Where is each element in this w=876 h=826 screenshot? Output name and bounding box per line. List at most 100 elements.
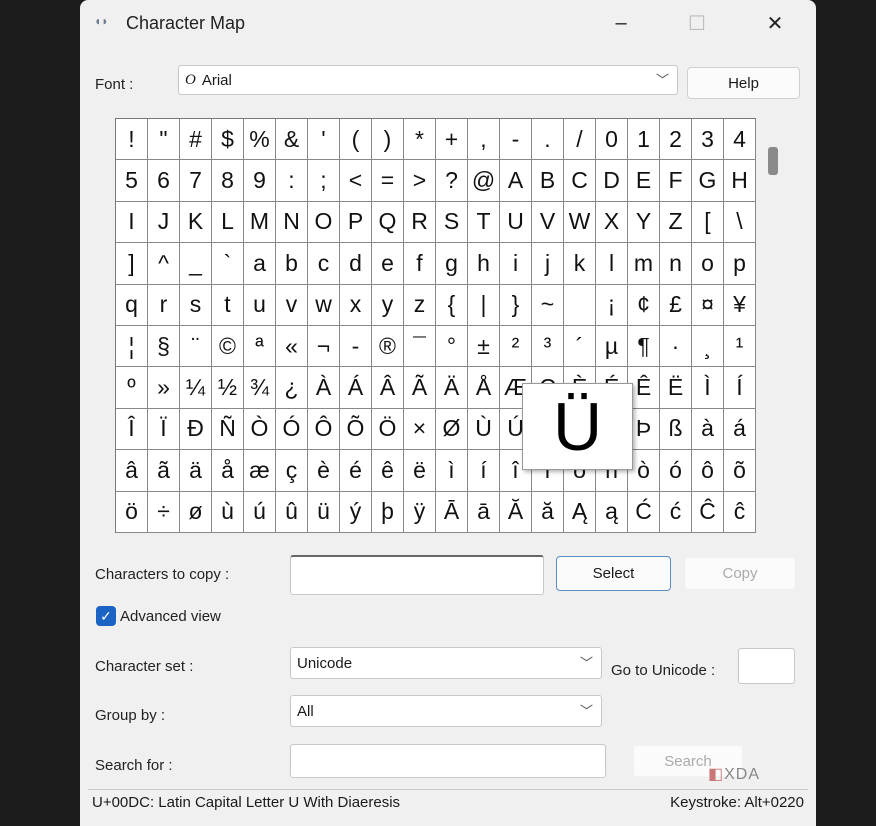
character-cell[interactable]: U bbox=[500, 201, 532, 244]
character-cell[interactable]: v bbox=[276, 284, 308, 326]
character-cell[interactable]: ä bbox=[180, 450, 212, 492]
font-dropdown[interactable]: O Arial ﹀ bbox=[178, 65, 678, 95]
go-to-unicode-input[interactable] bbox=[738, 648, 795, 684]
character-cell[interactable]: $ bbox=[212, 119, 244, 161]
character-cell[interactable]: _ bbox=[180, 243, 212, 285]
character-cell[interactable]: d bbox=[340, 243, 372, 285]
character-cell[interactable]: Z bbox=[660, 201, 692, 244]
character-cell[interactable]: b bbox=[276, 243, 308, 285]
character-cell[interactable]: ă bbox=[532, 491, 564, 533]
character-cell[interactable]: x bbox=[340, 284, 372, 326]
character-cell[interactable]: á bbox=[724, 408, 756, 451]
character-cell[interactable]: Ô bbox=[308, 408, 340, 451]
character-cell[interactable]: f bbox=[404, 243, 436, 285]
character-cell[interactable]: w bbox=[308, 284, 340, 326]
character-cell[interactable]: t bbox=[212, 284, 244, 326]
character-cell[interactable]: » bbox=[148, 367, 180, 409]
character-cell[interactable]: i bbox=[500, 243, 532, 285]
character-cell[interactable]: y bbox=[372, 284, 404, 326]
character-cell[interactable]: - bbox=[340, 325, 372, 368]
minimize-button[interactable]: – bbox=[598, 6, 644, 40]
character-cell[interactable]: ç bbox=[276, 450, 308, 492]
character-cell[interactable]: õ bbox=[724, 450, 756, 492]
character-cell[interactable]: D bbox=[596, 160, 628, 202]
character-cell[interactable]: @ bbox=[468, 160, 500, 202]
character-cell[interactable]: ā bbox=[468, 491, 500, 533]
character-cell[interactable]: / bbox=[564, 119, 596, 161]
character-cell[interactable]: µ bbox=[596, 325, 628, 368]
character-cell[interactable]: ± bbox=[468, 325, 500, 368]
character-cell[interactable]: þ bbox=[372, 491, 404, 533]
character-cell[interactable]: * bbox=[404, 119, 436, 161]
character-cell[interactable]: \ bbox=[724, 201, 756, 244]
character-cell[interactable]: ¡ bbox=[596, 284, 628, 326]
character-cell[interactable]: E bbox=[628, 160, 660, 202]
character-cell[interactable]: j bbox=[532, 243, 564, 285]
character-cell[interactable]: Ø bbox=[436, 408, 468, 451]
character-cell[interactable]: u bbox=[244, 284, 276, 326]
character-cell[interactable]: û bbox=[276, 491, 308, 533]
character-cell[interactable]: Ö bbox=[372, 408, 404, 451]
character-cell[interactable]: ? bbox=[436, 160, 468, 202]
character-cell[interactable]: è bbox=[308, 450, 340, 492]
character-cell[interactable]: W bbox=[564, 201, 596, 244]
character-cell[interactable]: Á bbox=[340, 367, 372, 409]
character-cell[interactable]: " bbox=[148, 119, 180, 161]
character-cell[interactable]: ¾ bbox=[244, 367, 276, 409]
character-grid[interactable]: ! " # $% & '() * +, -./0 1 2 3 4 5 6 7 8 9:; < = >? @ A B C D E F G H… bbox=[115, 118, 756, 533]
character-cell[interactable]: ) bbox=[372, 119, 404, 161]
character-cell[interactable]: ý bbox=[340, 491, 372, 533]
character-cell[interactable]: I bbox=[116, 201, 148, 244]
character-cell[interactable]: Ą bbox=[564, 491, 596, 533]
character-set-dropdown[interactable]: Unicode ﹀ bbox=[290, 647, 602, 679]
character-cell[interactable]: R bbox=[404, 201, 436, 244]
character-cell[interactable]: Y bbox=[628, 201, 660, 244]
character-cell[interactable]: ë bbox=[404, 450, 436, 492]
character-cell[interactable]: A bbox=[500, 160, 532, 202]
character-cell[interactable]: . bbox=[532, 119, 564, 161]
character-cell[interactable]: ¶ bbox=[628, 325, 660, 368]
character-cell[interactable]: 9 bbox=[244, 160, 276, 202]
character-cell[interactable]: g bbox=[436, 243, 468, 285]
character-cell[interactable]: ³ bbox=[532, 325, 564, 368]
character-cell[interactable]: ą bbox=[596, 491, 628, 533]
character-cell[interactable]: ~ bbox=[532, 284, 564, 326]
character-cell[interactable]: ( bbox=[340, 119, 372, 161]
character-cell[interactable]: 0 bbox=[596, 119, 628, 161]
character-cell[interactable]: # bbox=[180, 119, 212, 161]
help-button[interactable]: Help bbox=[687, 67, 800, 99]
character-cell[interactable]: ¯ bbox=[404, 325, 436, 368]
character-cell[interactable]: z bbox=[404, 284, 436, 326]
character-cell[interactable]: ¸ bbox=[692, 325, 724, 368]
character-cell[interactable]: ' bbox=[308, 119, 340, 161]
character-cell[interactable]: ß bbox=[660, 408, 692, 451]
character-cell[interactable]: s bbox=[180, 284, 212, 326]
character-cell[interactable]: © bbox=[212, 325, 244, 368]
character-cell[interactable]: ¿ bbox=[276, 367, 308, 409]
characters-to-copy-input[interactable] bbox=[290, 555, 544, 595]
character-cell[interactable]: L bbox=[212, 201, 244, 244]
character-cell[interactable]: a bbox=[244, 243, 276, 285]
character-cell[interactable]: M bbox=[244, 201, 276, 244]
character-cell[interactable]: J bbox=[148, 201, 180, 244]
advanced-view-checkbox[interactable]: ✓ bbox=[96, 606, 116, 626]
character-cell[interactable]: Í bbox=[724, 367, 756, 409]
character-cell[interactable]: N bbox=[276, 201, 308, 244]
character-cell[interactable]: [ bbox=[692, 201, 724, 244]
character-cell[interactable] bbox=[564, 284, 596, 326]
character-cell[interactable]: { bbox=[436, 284, 468, 326]
character-cell[interactable]: Ò bbox=[244, 408, 276, 451]
character-cell[interactable]: í bbox=[468, 450, 500, 492]
character-cell[interactable]: P bbox=[340, 201, 372, 244]
character-cell[interactable]: Ă bbox=[500, 491, 532, 533]
character-cell[interactable]: £ bbox=[660, 284, 692, 326]
character-cell[interactable]: Ó bbox=[276, 408, 308, 451]
character-cell[interactable]: p bbox=[724, 243, 756, 285]
maximize-button[interactable]: ☐ bbox=[674, 6, 720, 40]
character-cell[interactable]: Ã bbox=[404, 367, 436, 409]
character-cell[interactable]: Â bbox=[372, 367, 404, 409]
character-cell[interactable]: ¥ bbox=[724, 284, 756, 326]
character-cell[interactable]: h bbox=[468, 243, 500, 285]
character-cell[interactable]: º bbox=[116, 367, 148, 409]
character-cell[interactable]: C bbox=[564, 160, 596, 202]
